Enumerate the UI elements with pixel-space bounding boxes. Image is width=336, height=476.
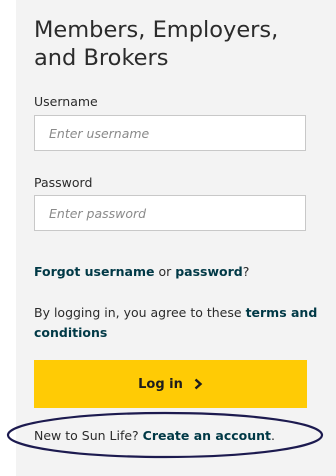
login-button-label: Log in — [138, 376, 183, 392]
create-account-period: . — [271, 428, 275, 443]
login-title: Members, Employers, and Brokers — [34, 17, 279, 71]
forgot-credentials-line: Forgot username or password? — [34, 263, 249, 281]
terms-agreement: By logging in, you agree to these terms … — [34, 303, 324, 343]
login-page: Members, Employers, and Brokers Username… — [0, 0, 336, 476]
forgot-username-link[interactable]: Forgot username — [34, 264, 154, 279]
forgot-question-mark: ? — [242, 264, 250, 279]
create-account-link[interactable]: Create an account — [143, 428, 271, 443]
forgot-password-link[interactable]: password — [175, 264, 243, 279]
password-input[interactable] — [34, 195, 306, 231]
forgot-or-text: or — [154, 264, 176, 279]
create-account-line: New to Sun Life? Create an account. — [34, 428, 275, 444]
username-label: Username — [34, 94, 98, 109]
chevron-right-icon — [194, 378, 203, 390]
new-user-text: New to Sun Life? — [34, 428, 143, 443]
password-label: Password — [34, 175, 93, 190]
username-input[interactable] — [34, 115, 306, 151]
agree-text: By logging in, you agree to these — [34, 305, 246, 320]
login-button[interactable]: Log in — [34, 360, 307, 408]
